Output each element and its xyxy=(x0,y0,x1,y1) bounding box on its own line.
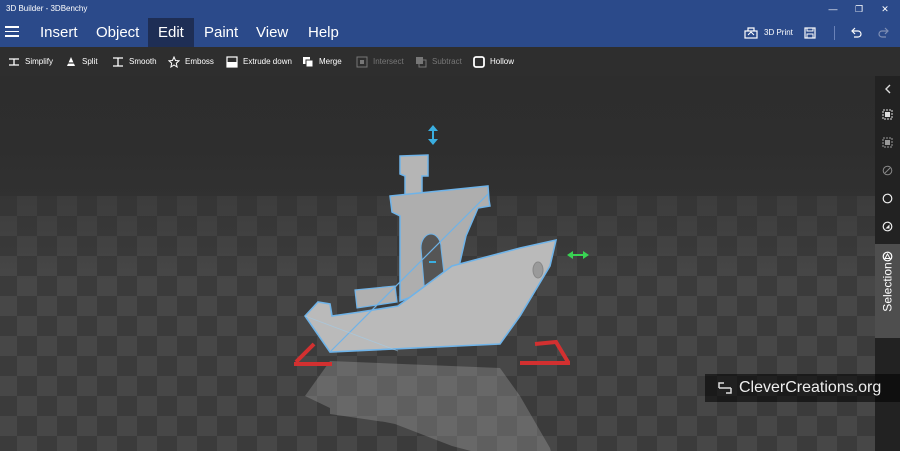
smooth-icon xyxy=(113,56,123,67)
menu-view[interactable]: View xyxy=(246,18,298,47)
collapse-panel-button[interactable] xyxy=(879,80,896,97)
faces-icon xyxy=(882,221,893,232)
selection-label: Selection xyxy=(880,262,895,312)
subtract-icon xyxy=(416,56,427,67)
smooth-button[interactable]: Smooth xyxy=(112,47,157,76)
menu-paint[interactable]: Paint xyxy=(194,18,248,47)
undo-button[interactable] xyxy=(850,18,862,47)
extrude-down-icon xyxy=(226,55,238,68)
close-button[interactable]: ✕ xyxy=(872,0,898,18)
watermark: CleverCreations.org xyxy=(705,374,900,402)
subtract-label: Subtract xyxy=(432,57,462,66)
subtract-button[interactable]: Subtract xyxy=(415,47,462,76)
split-button[interactable]: Split xyxy=(65,47,98,76)
menu-object[interactable]: Object xyxy=(86,18,149,47)
redo-button[interactable] xyxy=(878,18,890,47)
emboss-label: Emboss xyxy=(185,57,214,66)
menu-insert[interactable]: Insert xyxy=(30,18,88,47)
intersect-label: Intersect xyxy=(373,57,404,66)
split-icon xyxy=(65,56,77,66)
menu-help[interactable]: Help xyxy=(298,18,349,47)
star-icon xyxy=(168,55,180,68)
3d-print-button[interactable]: 3D Print xyxy=(744,18,793,47)
intersect-button[interactable]: Intersect xyxy=(356,47,404,76)
watermark-text: CleverCreations.org xyxy=(739,379,882,396)
save-icon xyxy=(804,26,816,39)
extrude-down-label: Extrude down xyxy=(243,57,292,66)
select-all-icon xyxy=(882,109,893,120)
deselect-icon xyxy=(882,137,893,148)
redo-icon xyxy=(878,27,889,38)
extrude-down-button[interactable]: Extrude down xyxy=(226,47,292,76)
window-title: 3D Builder - 3DBenchy xyxy=(6,4,88,13)
3d-print-label: 3D Print xyxy=(764,28,793,37)
select-all-button[interactable] xyxy=(879,106,896,123)
menu-edit[interactable]: Edit xyxy=(148,18,194,47)
selection-tab[interactable]: Selection xyxy=(875,244,900,338)
hollow-label: Hollow xyxy=(490,57,515,66)
hollow-icon xyxy=(473,55,485,68)
select-objects-button[interactable] xyxy=(879,190,896,207)
simplify-label: Simplify xyxy=(25,57,54,66)
merge-button[interactable]: Merge xyxy=(302,47,342,76)
smooth-label: Smooth xyxy=(129,57,157,66)
clevercreations-logo-icon xyxy=(718,382,732,394)
simplify-icon xyxy=(9,57,19,66)
title-bar: 3D Builder - 3DBenchy — ❐ ✕ xyxy=(0,0,900,18)
emboss-button[interactable]: Emboss xyxy=(168,47,214,76)
intersect-icon xyxy=(356,56,368,67)
printer-icon xyxy=(744,26,758,39)
edit-toolbar: Simplify Split Smooth Emboss Extrude dow… xyxy=(0,47,900,76)
invert-selection-button[interactable] xyxy=(879,162,896,179)
undo-icon xyxy=(851,27,862,38)
chevron-left-icon xyxy=(884,84,890,93)
select-faces-button[interactable] xyxy=(879,218,896,235)
deselect-button[interactable] xyxy=(879,134,896,151)
invert-selection-icon xyxy=(882,165,893,176)
circle-icon xyxy=(882,193,893,204)
merge-icon xyxy=(303,56,314,67)
save-button[interactable] xyxy=(804,18,816,47)
restore-button[interactable]: ❐ xyxy=(846,0,872,18)
menu-bar: Insert Object Edit Paint View Help 3D Pr… xyxy=(0,18,900,47)
hamburger-menu-icon[interactable] xyxy=(5,26,19,38)
minimize-button[interactable]: — xyxy=(820,0,846,18)
split-label: Split xyxy=(82,57,98,66)
hollow-button[interactable]: Hollow xyxy=(473,47,514,76)
simplify-button[interactable]: Simplify xyxy=(8,47,53,76)
toolbar-divider xyxy=(834,26,835,40)
merge-label: Merge xyxy=(319,57,342,66)
